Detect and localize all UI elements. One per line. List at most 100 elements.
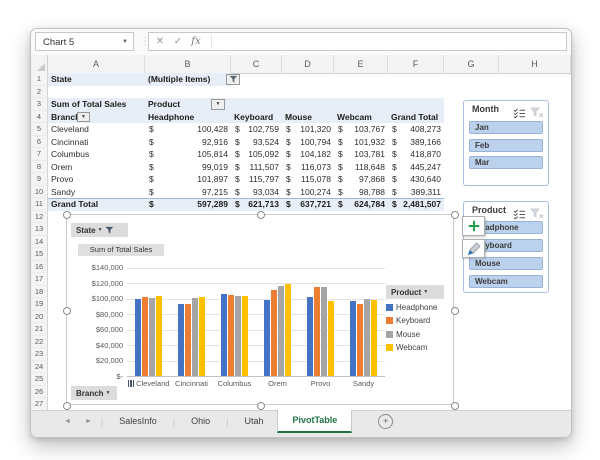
row-header-13[interactable]: 13 bbox=[31, 223, 48, 236]
bar-webcam-provo[interactable] bbox=[327, 300, 334, 376]
pivot-value-cell[interactable]: $100,428 bbox=[145, 123, 231, 136]
row-header-2[interactable]: 2 bbox=[31, 85, 48, 98]
row-header-25[interactable]: 25 bbox=[31, 373, 48, 386]
pivot-value-cell[interactable]: $104,182 bbox=[282, 148, 334, 161]
bar-mouse-cincinnati[interactable] bbox=[191, 298, 198, 376]
pivot-value-cell[interactable]: $597,289 bbox=[145, 198, 231, 211]
pivot-value-cell[interactable]: $99,019 bbox=[145, 161, 231, 174]
bar-webcam-columbus[interactable] bbox=[241, 295, 248, 376]
bar-keyboard-orem[interactable] bbox=[270, 289, 277, 376]
new-sheet-button[interactable]: + bbox=[378, 414, 394, 429]
page-filter-button[interactable] bbox=[226, 74, 240, 85]
name-box[interactable]: Chart 5 ▼ bbox=[35, 32, 134, 51]
column-header-C[interactable]: C bbox=[231, 55, 282, 73]
pivot-row-label[interactable]: Columbus bbox=[48, 148, 145, 161]
row-header-27[interactable]: 27 bbox=[31, 398, 48, 411]
bar-headphone-provo[interactable] bbox=[306, 297, 313, 376]
sheet-nav-left-icon[interactable]: ◄ bbox=[57, 411, 78, 432]
row-header-4[interactable]: 4 bbox=[31, 110, 48, 123]
pivot-column-header[interactable]: Grand Total bbox=[388, 111, 444, 124]
row-header-19[interactable]: 19 bbox=[31, 298, 48, 311]
product-dropdown-button[interactable]: ▼ bbox=[211, 99, 225, 110]
row-header-15[interactable]: 15 bbox=[31, 248, 48, 261]
pivot-column-header[interactable]: Keyboard bbox=[231, 111, 282, 124]
sheet-tab-salesinfo[interactable]: SalesInfo bbox=[105, 411, 171, 432]
pivot-value-cell[interactable]: $115,078 bbox=[282, 173, 334, 186]
column-header-G[interactable]: G bbox=[444, 55, 499, 73]
legend-field-button[interactable]: Product ▼ bbox=[386, 285, 444, 299]
slicer-item-webcam[interactable]: Webcam bbox=[469, 275, 543, 288]
row-header-3[interactable]: 3 bbox=[31, 98, 48, 111]
chart-selection-handle[interactable] bbox=[63, 402, 71, 410]
row-header-10[interactable]: 10 bbox=[31, 185, 48, 198]
row-header-18[interactable]: 18 bbox=[31, 285, 48, 298]
column-header-A[interactable]: A bbox=[48, 55, 145, 73]
pivot-value-cell[interactable]: $101,932 bbox=[334, 136, 388, 149]
pivot-value-cell[interactable]: $408,273 bbox=[388, 123, 444, 136]
pivot-value-cell[interactable]: $2,481,507 bbox=[388, 198, 444, 211]
pivot-column-header[interactable]: Headphone bbox=[145, 111, 231, 124]
row-header-26[interactable]: 26 bbox=[31, 385, 48, 398]
pivot-value-cell[interactable]: $105,814 bbox=[145, 148, 231, 161]
branch-field-button[interactable]: Branch ▼ bbox=[71, 386, 117, 400]
slicer-item-mouse[interactable]: Mouse bbox=[469, 257, 543, 270]
pivot-value-cell[interactable]: $118,648 bbox=[334, 161, 388, 174]
bar-webcam-cleveland[interactable] bbox=[155, 295, 162, 376]
filter-field-value[interactable]: (Multiple Items) bbox=[145, 73, 231, 86]
select-all-corner[interactable] bbox=[31, 55, 48, 73]
row-header-12[interactable]: 12 bbox=[31, 210, 48, 223]
pivot-value-cell[interactable]: $100,274 bbox=[282, 186, 334, 199]
bar-mouse-orem[interactable] bbox=[277, 286, 284, 376]
pivot-value-cell[interactable]: $98,788 bbox=[334, 186, 388, 199]
row-header-20[interactable]: 20 bbox=[31, 310, 48, 323]
row-header-5[interactable]: 5 bbox=[31, 123, 48, 136]
row-header-14[interactable]: 14 bbox=[31, 235, 48, 248]
bar-keyboard-cincinnati[interactable] bbox=[184, 303, 191, 376]
bar-headphone-orem[interactable] bbox=[263, 299, 270, 376]
column-header-F[interactable]: F bbox=[388, 55, 444, 73]
pivot-column-header[interactable]: Mouse bbox=[282, 111, 334, 124]
slicer-item-jan[interactable]: Jan bbox=[469, 121, 543, 134]
cancel-icon[interactable]: ✕ bbox=[151, 33, 169, 50]
pivot-value-cell[interactable]: $624,784 bbox=[334, 198, 388, 211]
bar-keyboard-columbus[interactable] bbox=[227, 294, 234, 376]
row-field-label[interactable]: Branch bbox=[48, 111, 145, 124]
name-box-dropdown-icon[interactable]: ▼ bbox=[122, 33, 128, 52]
pivot-value-cell[interactable]: $97,215 bbox=[145, 186, 231, 199]
sheet-tab-ohio[interactable]: Ohio bbox=[177, 411, 224, 432]
pivot-column-header[interactable]: Webcam bbox=[334, 111, 388, 124]
slicer-item-feb[interactable]: Feb bbox=[469, 138, 543, 152]
pivot-value-cell[interactable]: $105,092 bbox=[231, 148, 282, 161]
column-header-H[interactable]: H bbox=[499, 55, 571, 73]
chart-selection-handle[interactable] bbox=[451, 402, 459, 410]
pivot-value-cell[interactable]: $100,794 bbox=[282, 136, 334, 149]
row-header-21[interactable]: 21 bbox=[31, 323, 48, 336]
pivot-value-cell[interactable]: $101,897 bbox=[145, 173, 231, 186]
chart-selection-handle[interactable] bbox=[257, 211, 265, 219]
row-header-17[interactable]: 17 bbox=[31, 273, 48, 286]
pivot-value-cell[interactable]: $621,713 bbox=[231, 198, 282, 211]
sheet-tab-utah[interactable]: Utah bbox=[230, 411, 277, 432]
pivot-value-cell[interactable]: $637,721 bbox=[282, 198, 334, 211]
pivot-value-cell[interactable]: $418,870 bbox=[388, 148, 444, 161]
column-header-D[interactable]: D bbox=[282, 55, 334, 73]
pivot-value-cell[interactable]: $445,247 bbox=[388, 161, 444, 174]
pivot-chart[interactable]: $- $20,000 $40,000 $60,000 $80,000 $100,000 $1… bbox=[63, 211, 459, 410]
column-header-E[interactable]: E bbox=[334, 55, 388, 73]
sheet-tab-pivottable[interactable]: PivotTable bbox=[277, 410, 353, 433]
pivot-row-label[interactable]: Cleveland bbox=[48, 123, 145, 136]
branch-dropdown-button[interactable]: ▼ bbox=[77, 111, 90, 122]
bar-keyboard-cleveland[interactable] bbox=[141, 296, 148, 376]
pivot-value-cell[interactable]: $103,767 bbox=[334, 123, 388, 136]
pivot-value-cell[interactable]: $97,868 bbox=[334, 173, 388, 186]
bar-keyboard-sandy[interactable] bbox=[356, 304, 363, 376]
chart-selection-handle[interactable] bbox=[63, 211, 71, 219]
insert-function-icon[interactable]: fx bbox=[187, 33, 205, 50]
pivot-value-cell[interactable]: $93,524 bbox=[231, 136, 282, 149]
pivot-value-cell[interactable]: $103,781 bbox=[334, 148, 388, 161]
row-header-16[interactable]: 16 bbox=[31, 260, 48, 273]
pivot-value-cell[interactable]: $92,916 bbox=[145, 136, 231, 149]
row-header-1[interactable]: 1 bbox=[31, 73, 48, 86]
pivot-value-cell[interactable]: $389,166 bbox=[388, 136, 444, 149]
pivot-value-cell[interactable]: $115,797 bbox=[231, 173, 282, 186]
